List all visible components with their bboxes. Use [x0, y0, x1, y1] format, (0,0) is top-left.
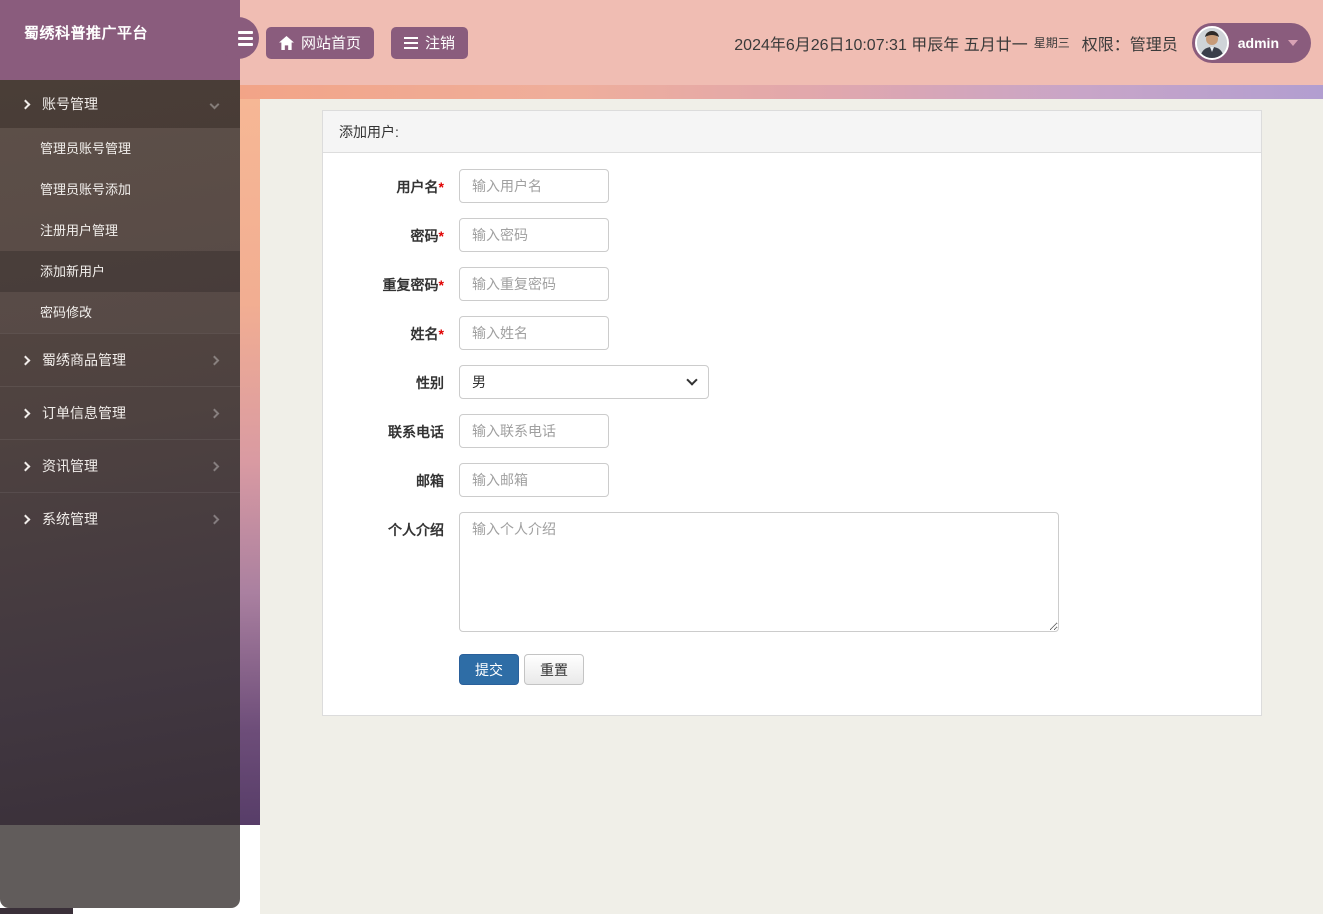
label-text: 用户名 [397, 179, 439, 195]
sidebar-section-orders[interactable]: 订单信息管理 [0, 386, 240, 439]
repeat-password-label: 重复密码* [323, 267, 444, 301]
home-button[interactable]: 网站首页 [266, 27, 374, 59]
sidebar-section-label: 订单信息管理 [42, 403, 126, 423]
user-menu[interactable]: admin [1192, 23, 1311, 63]
sidebar-section-label: 账号管理 [42, 94, 98, 114]
password-field[interactable] [459, 218, 609, 252]
required-mark: * [439, 179, 444, 195]
form-row-password: 密码* [323, 218, 1261, 252]
sidebar: 账号管理 管理员账号管理 管理员账号添加 注册用户管理 添加新用户 密码修改 蜀… [0, 80, 240, 825]
app-title: 蜀绣科普推广平台 [24, 22, 148, 43]
chevron-right-icon [21, 461, 31, 471]
chevron-right-icon [210, 355, 220, 365]
submit-button[interactable]: 提交 [459, 654, 519, 685]
list-icon [404, 37, 418, 49]
name-label: 姓名* [323, 316, 444, 350]
sidebar-section-label: 资讯管理 [42, 456, 98, 476]
add-user-form: 用户名* 密码* 重复密码* 姓名* [323, 153, 1261, 715]
chevron-right-icon [210, 408, 220, 418]
sidebar-item-admin-account-manage[interactable]: 管理员账号管理 [0, 128, 240, 169]
gradient-band [240, 85, 1323, 99]
sidebar-section-account[interactable]: 账号管理 [0, 80, 240, 128]
form-row-intro: 个人介绍 [323, 512, 1261, 637]
topbar-right: 2024年6月26日10:07:31 甲辰年 五月廿一 星期三 权限：管理员 a… [734, 23, 1311, 63]
sidebar-nav: 账号管理 管理员账号管理 管理员账号添加 注册用户管理 添加新用户 密码修改 蜀… [0, 80, 240, 545]
label-text: 密码 [411, 228, 439, 244]
weekday-text: 星期三 [1034, 34, 1070, 51]
sidebar-section-label: 蜀绣商品管理 [42, 350, 126, 370]
label-text: 邮箱 [416, 473, 444, 489]
sidebar-section-system[interactable]: 系统管理 [0, 492, 240, 545]
avatar [1195, 26, 1229, 60]
chevron-down-icon [210, 99, 220, 109]
card-title: 添加用户: [323, 111, 1261, 153]
logout-button-label: 注销 [425, 32, 455, 53]
gender-label: 性别 [323, 365, 444, 399]
logout-button[interactable]: 注销 [391, 27, 468, 59]
sidebar-toggle-button[interactable] [217, 17, 259, 59]
datetime-text: 2024年6月26日10:07:31 甲辰年 五月廿一 [734, 31, 1027, 55]
name-field[interactable] [459, 316, 609, 350]
chevron-right-icon [210, 514, 220, 524]
topbar: 网站首页 注销 2024年6月26日10:07:31 甲辰年 五月廿一 星期三 … [240, 0, 1323, 85]
required-mark: * [439, 228, 444, 244]
required-mark: * [439, 277, 444, 293]
sidebar-item-admin-account-add[interactable]: 管理员账号添加 [0, 169, 240, 210]
sidebar-section-news[interactable]: 资讯管理 [0, 439, 240, 492]
repeat-password-field[interactable] [459, 267, 609, 301]
username-text: admin [1238, 35, 1279, 51]
chevron-right-icon [21, 99, 31, 109]
add-user-card: 添加用户: 用户名* 密码* 重复密码* 姓名 [322, 110, 1262, 716]
hamburger-icon [238, 31, 253, 46]
form-actions: 提交 重置 [459, 654, 1261, 685]
sidebar-item-registered-user-manage[interactable]: 注册用户管理 [0, 210, 240, 251]
phone-label: 联系电话 [323, 414, 444, 448]
sidebar-item-password-change[interactable]: 密码修改 [0, 292, 240, 333]
email-label: 邮箱 [323, 463, 444, 497]
main-content: 添加用户: 用户名* 密码* 重复密码* 姓名 [260, 99, 1323, 914]
sidebar-header: 蜀绣科普推广平台 [0, 0, 240, 80]
home-icon [279, 36, 294, 50]
sidebar-footer-block [0, 825, 240, 908]
chevron-right-icon [210, 461, 220, 471]
home-button-label: 网站首页 [301, 32, 361, 53]
form-row-username: 用户名* [323, 169, 1261, 203]
chevron-right-icon [21, 355, 31, 365]
gender-select[interactable]: 男 [459, 365, 709, 399]
sidebar-submenu-account: 管理员账号管理 管理员账号添加 注册用户管理 添加新用户 密码修改 [0, 128, 240, 333]
username-field[interactable] [459, 169, 609, 203]
form-row-email: 邮箱 [323, 463, 1261, 497]
caret-down-icon [1288, 40, 1298, 46]
sidebar-section-products[interactable]: 蜀绣商品管理 [0, 333, 240, 386]
label-text: 性别 [416, 375, 444, 391]
chevron-right-icon [21, 514, 31, 524]
form-row-name: 姓名* [323, 316, 1261, 350]
username-label: 用户名* [323, 169, 444, 203]
reset-button[interactable]: 重置 [524, 654, 584, 685]
permission-text: 权限：管理员 [1082, 31, 1178, 55]
password-label: 密码* [323, 218, 444, 252]
email-field[interactable] [459, 463, 609, 497]
form-row-phone: 联系电话 [323, 414, 1261, 448]
required-mark: * [439, 326, 444, 342]
form-row-gender: 性别 男 [323, 365, 1261, 399]
label-text: 姓名 [411, 326, 439, 342]
intro-field[interactable] [459, 512, 1059, 632]
form-row-repeat-password: 重复密码* [323, 267, 1261, 301]
chevron-right-icon [21, 408, 31, 418]
label-text: 个人介绍 [388, 522, 444, 538]
gradient-strip [240, 99, 260, 825]
sidebar-item-add-new-user[interactable]: 添加新用户 [0, 251, 240, 292]
intro-label: 个人介绍 [323, 512, 444, 637]
sidebar-footer-strip [0, 908, 73, 914]
sidebar-section-label: 系统管理 [42, 509, 98, 529]
label-text: 重复密码 [383, 277, 439, 293]
phone-field[interactable] [459, 414, 609, 448]
label-text: 联系电话 [388, 424, 444, 440]
